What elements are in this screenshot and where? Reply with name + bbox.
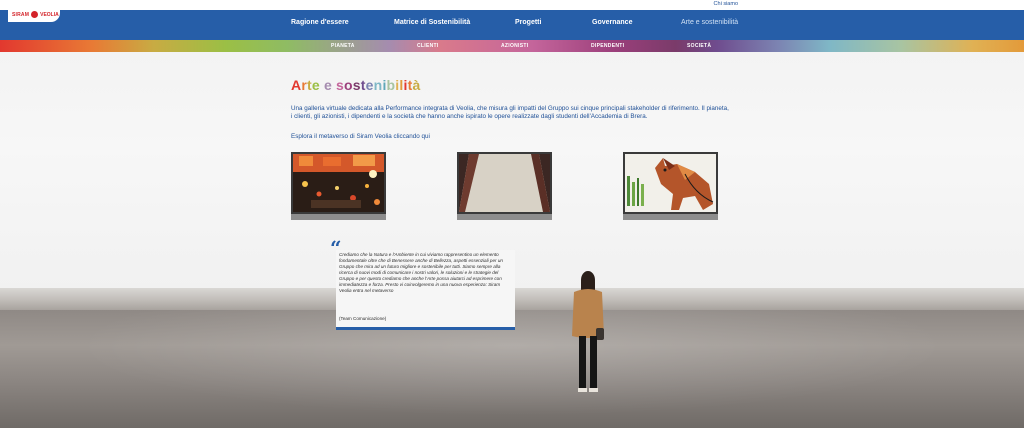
- page-title-letter: à: [412, 77, 421, 93]
- subnav-item-clienti[interactable]: CLIENTI: [417, 43, 439, 49]
- page-title: Arte e sostenibilità: [291, 77, 420, 93]
- page-title-letter: o: [344, 77, 353, 93]
- logo-siram-text: SIRAM: [12, 11, 30, 18]
- artwork-frame: [291, 152, 386, 214]
- page-title-letter: s: [352, 77, 361, 93]
- nav-item-progetti[interactable]: Progetti: [515, 19, 541, 26]
- page-title-letter: e: [311, 77, 320, 93]
- page-title-letter: b: [386, 77, 396, 93]
- artwork-frame: [623, 152, 718, 214]
- logo-veolia-text: VEOLIA: [40, 11, 59, 18]
- nav-item-ragione-d-essere[interactable]: Ragione d'essere: [291, 19, 349, 26]
- chi-siamo-link[interactable]: Chi siamo: [714, 0, 738, 9]
- logo-mark-icon: [31, 11, 39, 18]
- artwork-horse[interactable]: [623, 152, 718, 220]
- abstract-canvas-painting: [459, 154, 550, 212]
- intro-paragraph: Una galleria virtuale dedicata alla Perf…: [291, 105, 729, 120]
- page-title-letter: e: [365, 77, 374, 93]
- quote-signature: (Team Comunicazione): [339, 316, 387, 321]
- artwork-stand: [457, 214, 552, 220]
- siram-veolia-logo[interactable]: SIRAM VEOLIA: [8, 7, 60, 22]
- metaverse-link[interactable]: cliccando qui: [394, 133, 430, 140]
- subnav-item-societa[interactable]: SOCIETÀ: [687, 43, 711, 49]
- metaverse-prefix: Esplora il metaverso di Siram Veolia: [291, 133, 394, 140]
- main-navigation: [0, 10, 1024, 40]
- horse-painting: [625, 154, 716, 212]
- page-title-letter: s: [336, 77, 345, 93]
- page-title-letter: e: [323, 77, 332, 93]
- quote-text: Crediamo che la Natura e l'Ambiente in c…: [339, 252, 503, 293]
- artwork-frame: [457, 152, 552, 214]
- metaverse-line: Esplora il metaverso di Siram Veolia cli…: [291, 133, 430, 140]
- subnav-item-pianeta[interactable]: PIANETA: [331, 43, 355, 49]
- artwork-stand: [623, 214, 718, 220]
- top-utility-bar: Chi siamo: [0, 0, 1024, 10]
- quote-box: Crediamo che la Natura e l'Ambiente in c…: [336, 250, 515, 330]
- nav-item-arte-e-sostenibilita[interactable]: Arte e sostenibilità: [681, 19, 738, 26]
- subnav-item-dipendenti[interactable]: DIPENDENTI: [591, 43, 624, 49]
- city-night-painting: [293, 154, 384, 212]
- artwork-city-night[interactable]: [291, 152, 386, 220]
- artwork-abstract[interactable]: [457, 152, 552, 220]
- nav-item-governance[interactable]: Governance: [592, 19, 632, 26]
- visitor-figure: [572, 271, 604, 392]
- nav-item-matrice-di-sostenibilita[interactable]: Matrice di Sostenibilità: [394, 19, 470, 26]
- subnav-item-azionisti[interactable]: AZIONISTI: [501, 43, 528, 49]
- artwork-stand: [291, 214, 386, 220]
- page-title-letter: A: [291, 77, 302, 93]
